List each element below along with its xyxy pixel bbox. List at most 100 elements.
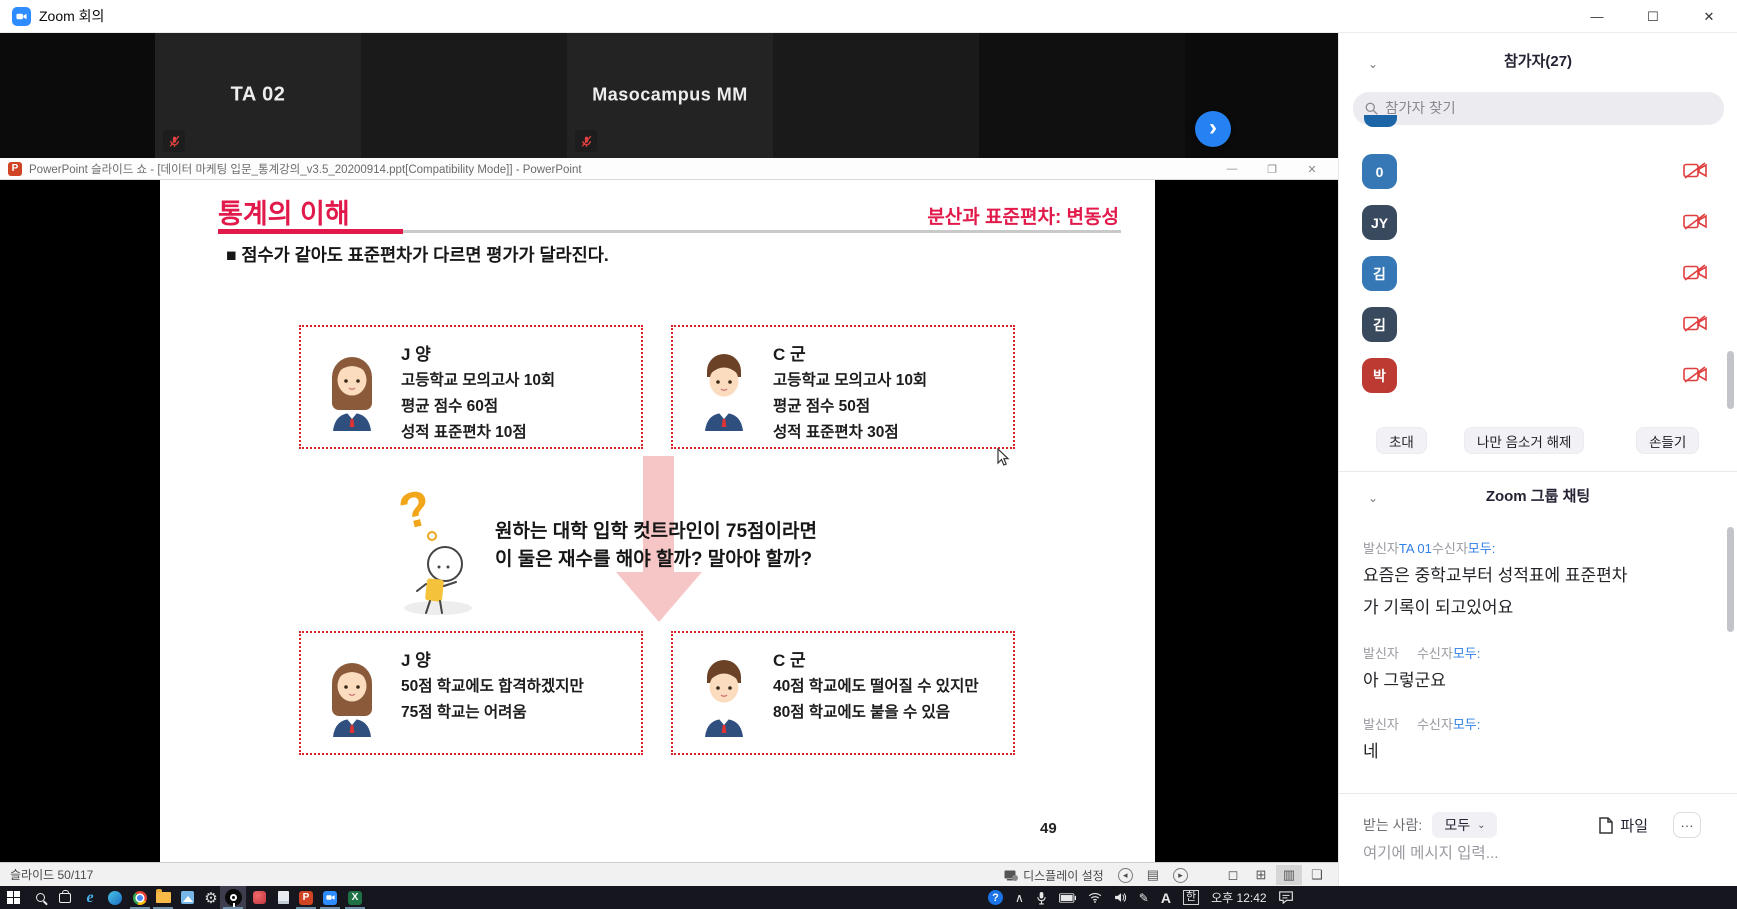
slide-bullet-text: ■ 점수가 같아도 표준편차가 다르면 평가가 달라진다. — [226, 242, 609, 267]
ppt-close-button[interactable]: ✕ — [1292, 158, 1332, 180]
participant-search[interactable] — [1353, 92, 1724, 125]
search-input[interactable] — [1385, 101, 1685, 117]
slide-counter: 슬라이드 50/117 — [10, 866, 93, 883]
recipient-link[interactable]: 모두: — [1468, 541, 1496, 556]
taskbar-zoom-button[interactable] — [317, 886, 343, 909]
ppt-restore-button[interactable]: ❐ — [1252, 158, 1292, 180]
taskbar-ie-button[interactable]: e — [77, 886, 103, 909]
annotation-pen-button[interactable]: ▤ — [1147, 867, 1159, 883]
video-strip: TA 02 Masocampus MM › — [0, 33, 1338, 158]
sender-link[interactable]: TA 01 — [1399, 541, 1432, 556]
show-hidden-icons[interactable]: ∧ — [1015, 891, 1024, 905]
mic-muted-icon — [575, 130, 597, 152]
search-icon — [1365, 102, 1378, 115]
powerpoint-icon: P — [299, 891, 313, 905]
microphone-icon[interactable] — [1036, 891, 1047, 905]
participants-header: 참가자(27) — [1339, 50, 1737, 71]
reading-view-button[interactable]: ▥ — [1276, 865, 1302, 885]
participants-scrollbar[interactable] — [1727, 351, 1734, 409]
internet-explorer-icon: e — [86, 889, 93, 907]
participant-row[interactable]: 0 — [1339, 154, 1737, 194]
student-box-c-top: C 군 고등학교 모의고사 10회 평균 점수 50점 성적 표준편차 30점 — [671, 325, 1015, 449]
slide[interactable]: 통계의 이해 분산과 표준편차: 변동성 ■ 점수가 같아도 표준편차가 다르면… — [160, 180, 1155, 862]
participant-row[interactable]: JY — [1339, 205, 1737, 245]
screen: Zoom 회의 — ☐ ✕ TA 02 Masocampus MM › P Po… — [0, 0, 1737, 909]
ppt-statusbar: 슬라이드 50/117 디스플레이 설정 ◂ ▤ ▸ ◻ ⊞ ▥ ❑ — [0, 862, 1338, 886]
raise-hand-button[interactable]: 손들기 — [1636, 427, 1699, 454]
video-tile-empty[interactable] — [773, 33, 979, 158]
chat-message-input[interactable] — [1363, 845, 1703, 863]
close-button[interactable]: ✕ — [1681, 0, 1737, 33]
invite-button[interactable]: 초대 — [1376, 427, 1427, 454]
video-off-icon — [1683, 366, 1707, 383]
powerpoint-titlebar: P PowerPoint 슬라이드 쇼 - [데이터 마케팅 입문_통계강의_v… — [0, 158, 1338, 180]
boy-avatar — [693, 349, 755, 431]
pen-icon[interactable]: ✎ — [1139, 891, 1149, 905]
battery-icon[interactable] — [1059, 893, 1076, 903]
unmute-button[interactable]: 나만 음소거 해제 — [1464, 427, 1584, 454]
video-tile-empty[interactable] — [979, 33, 1185, 158]
avatar: 김 — [1362, 307, 1397, 342]
taskbar-paint-button[interactable] — [246, 886, 272, 909]
taskbar-pin-app-button[interactable] — [220, 886, 246, 909]
zoom-sidebar: ⌄ 참가자(27) 0 JY 김 김 — [1338, 33, 1737, 886]
taskbar-explorer-button[interactable] — [150, 886, 176, 909]
participant-row[interactable]: 박 — [1339, 358, 1737, 398]
help-icon[interactable]: ? — [988, 890, 1003, 905]
recipient-link[interactable]: 모두: — [1453, 717, 1481, 732]
zoom-app-icon — [12, 7, 31, 26]
taskbar-search-button[interactable] — [27, 886, 53, 909]
participant-row[interactable]: 김 — [1339, 256, 1737, 296]
window-title: Zoom 회의 — [39, 6, 104, 26]
mic-muted-icon — [163, 130, 185, 152]
next-slide-button[interactable]: ▸ — [1173, 868, 1188, 883]
ppt-minimize-button[interactable]: — — [1212, 158, 1252, 180]
taskbar-powerpoint-button[interactable]: P — [293, 886, 319, 909]
video-tile[interactable]: TA 02 — [155, 33, 361, 158]
slide-title: 통계의 이해 — [218, 192, 350, 231]
recipient-dropdown[interactable]: 모두 ⌄ — [1432, 812, 1497, 838]
speaker-icon[interactable] — [1114, 892, 1127, 903]
video-off-icon — [1683, 264, 1707, 281]
wifi-icon[interactable] — [1088, 892, 1102, 903]
clock[interactable]: 오후 12:42 — [1211, 889, 1266, 906]
location-pin-icon — [225, 889, 242, 906]
recipient-link[interactable]: 모두: — [1453, 646, 1481, 661]
chat-header: Zoom 그룹 채팅 — [1339, 485, 1737, 506]
slideshow-view-button[interactable]: ❑ — [1304, 865, 1330, 885]
more-button[interactable]: ··· — [1673, 812, 1701, 838]
girl-avatar — [321, 655, 383, 737]
taskbar-excel-button[interactable]: X — [342, 886, 368, 909]
student-box-c-bottom: C 군 40점 학교에도 떨어질 수 있지만 80점 학교에도 붙을 수 있음 — [671, 631, 1015, 755]
video-tile[interactable]: Masocampus MM — [567, 33, 773, 158]
photos-icon — [181, 891, 194, 904]
display-settings-button[interactable]: 디스플레이 설정 — [1004, 867, 1104, 884]
chat-message: 발신자 수신자모두: 네 — [1363, 714, 1713, 763]
slide-sorter-view-button[interactable]: ⊞ — [1248, 865, 1274, 885]
video-off-icon — [1683, 315, 1707, 332]
maximize-button[interactable]: ☐ — [1625, 0, 1681, 33]
file-button[interactable]: 파일 — [1599, 815, 1648, 836]
store-icon — [59, 893, 71, 903]
minimize-button[interactable]: — — [1569, 0, 1625, 33]
taskbar-photos-button[interactable] — [174, 886, 200, 909]
student-box-j-top: J 양 고등학교 모의고사 10회 평균 점수 60점 성적 표준편차 10점 — [299, 325, 643, 449]
notification-center-icon[interactable] — [1279, 891, 1293, 904]
start-button[interactable] — [0, 886, 26, 909]
video-tile-empty[interactable] — [361, 33, 567, 158]
taskbar-edge-button[interactable] — [102, 886, 128, 909]
normal-view-button[interactable]: ◻ — [1220, 865, 1246, 885]
ime-latin-indicator[interactable]: A — [1161, 890, 1171, 906]
ime-korean-indicator[interactable]: 한 — [1183, 890, 1199, 905]
previous-slide-button[interactable]: ◂ — [1118, 868, 1133, 883]
boy-avatar — [693, 655, 755, 737]
taskbar-store-button[interactable] — [52, 886, 78, 909]
search-icon — [36, 893, 45, 902]
title-rule — [218, 230, 1121, 233]
participant-row[interactable]: 김 — [1339, 307, 1737, 347]
next-participants-button[interactable]: › — [1195, 111, 1231, 147]
chat-scrollbar[interactable] — [1727, 527, 1734, 632]
participant-name: TA 02 — [155, 83, 361, 106]
powerpoint-title: PowerPoint 슬라이드 쇼 - [데이터 마케팅 입문_통계강의_v3.… — [29, 161, 582, 177]
gear-icon: ⚙ — [204, 889, 217, 907]
